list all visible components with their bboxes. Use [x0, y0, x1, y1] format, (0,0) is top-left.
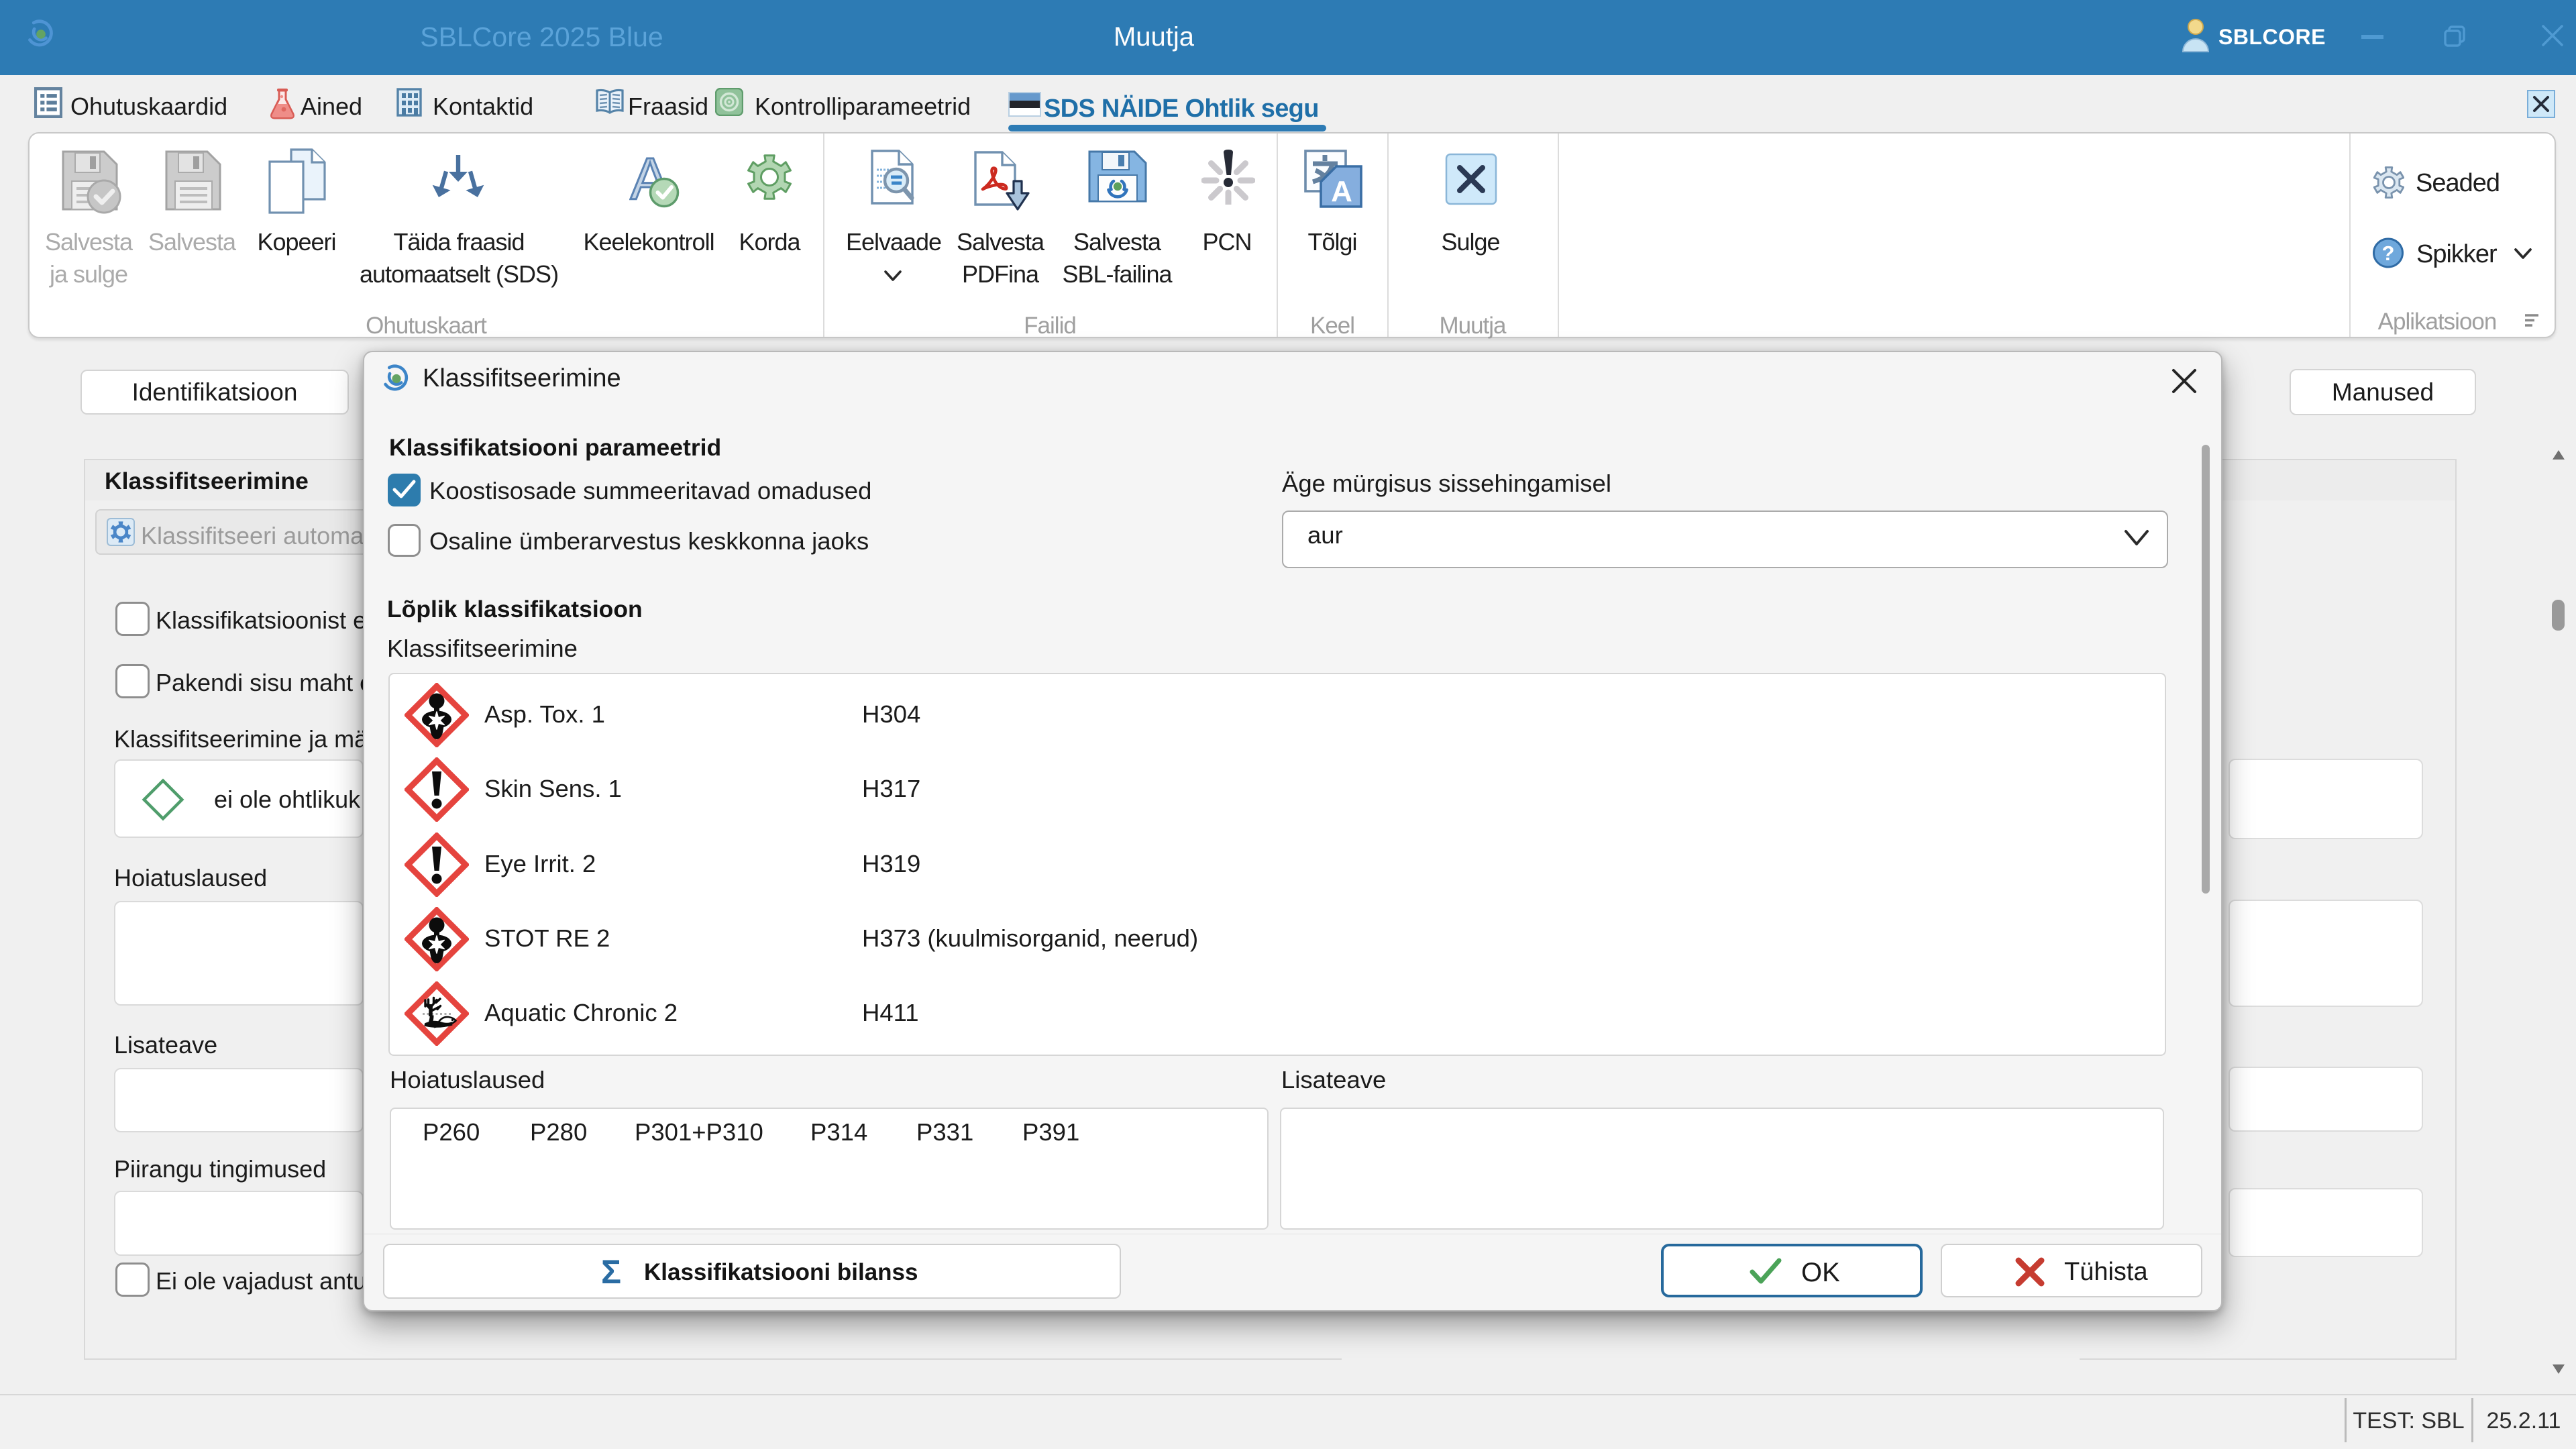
svg-text:?: ? [2382, 241, 2395, 265]
svg-text:A: A [1331, 175, 1352, 208]
